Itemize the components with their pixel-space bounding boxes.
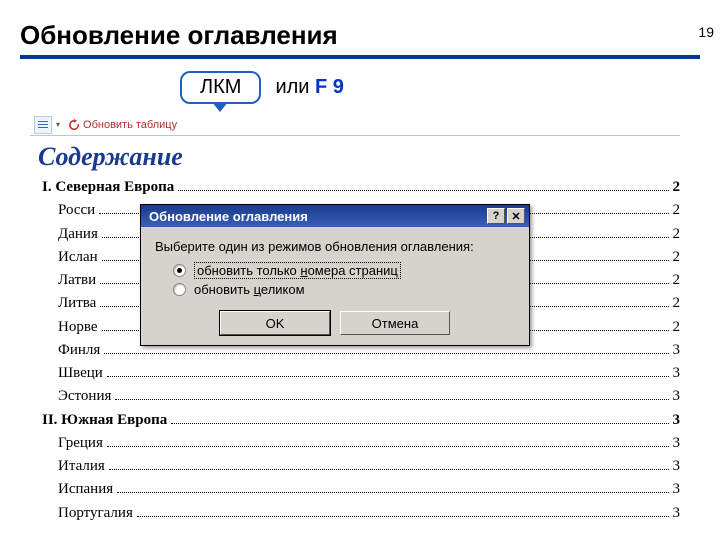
toc-title: Содержание: [38, 142, 680, 172]
slide-title: Обновление оглавления: [20, 20, 720, 51]
toc-entry-page: 2: [673, 199, 681, 222]
toc-entry-page: 2: [673, 246, 681, 269]
toc-entry-label: Латви: [58, 269, 96, 292]
toc-leader: [137, 516, 669, 517]
dropdown-arrow-icon[interactable]: ▾: [56, 120, 60, 129]
dialog-title-text: Обновление оглавления: [149, 209, 485, 224]
dialog-button-row: OK Отмена: [155, 311, 515, 335]
toc-entry-label: Литва: [58, 292, 96, 315]
toc-entry-label: Испания: [58, 478, 113, 501]
radio-entire[interactable]: [173, 283, 186, 296]
title-underline: [20, 55, 700, 59]
ok-button[interactable]: OK: [220, 311, 330, 335]
dialog-titlebar: Обновление оглавления ? ✕: [141, 205, 529, 227]
toc-entry-label: Португалия: [58, 502, 133, 525]
opt2-suffix: еликом: [261, 282, 305, 297]
opt1-access: н: [300, 263, 307, 278]
toc-leader: [117, 492, 668, 493]
radio-row-entire: обновить целиком: [173, 282, 515, 297]
toc-leader: [107, 376, 669, 377]
hint-text: или F 9: [275, 76, 343, 99]
toc-entry-label: Италия: [58, 455, 105, 478]
radio-page-numbers[interactable]: [173, 264, 186, 277]
toc-entry: Италия 3: [58, 455, 680, 478]
toc-entry: Греция 3: [58, 432, 680, 455]
toc-entry-page: 2: [673, 292, 681, 315]
toc-entry-label: Норве: [58, 316, 98, 339]
toc-leader: [115, 399, 668, 400]
radio-entire-label[interactable]: обновить целиком: [194, 282, 305, 297]
toc-entry-page: 3: [673, 432, 681, 455]
toc-entry-page: 3: [673, 362, 681, 385]
toc-leader: [171, 423, 668, 424]
dialog-body: Выберите один из режимов обновления огла…: [141, 227, 529, 345]
toc-entry-page: 3: [673, 478, 681, 501]
toc-entry: Швеци 3: [58, 362, 680, 385]
toc-entry-label: Ислан: [58, 246, 98, 269]
toc-entry: Португалия 3: [58, 502, 680, 525]
page-number: 19: [698, 24, 714, 40]
radio-page-numbers-label[interactable]: обновить только номера страниц: [194, 262, 401, 279]
toc-entry: I. Северная Европа 2: [42, 176, 680, 199]
toc-entry-page: 3: [673, 502, 681, 525]
toc-entry: Эстония 3: [58, 385, 680, 408]
cancel-button[interactable]: Отмена: [340, 311, 450, 335]
toc-entry-page: 3: [673, 339, 681, 362]
toc-entry-label: Дания: [58, 223, 98, 246]
hint-row: ЛКМ или F 9: [180, 71, 720, 104]
toc-entry-label: Швеци: [58, 362, 103, 385]
toc-entry-page: 3: [673, 455, 681, 478]
toc-entry-label: I. Северная Европа: [42, 176, 174, 199]
dialog-instruction: Выберите один из режимов обновления огла…: [155, 239, 515, 254]
toc-leader: [107, 446, 669, 447]
toc-options-button[interactable]: [34, 116, 52, 134]
update-toc-dialog: Обновление оглавления ? ✕ Выберите один …: [140, 204, 530, 346]
toc-entry-page: 3: [673, 409, 681, 432]
update-table-button[interactable]: Обновить таблицу: [64, 118, 181, 132]
opt2-prefix: обновить: [194, 282, 254, 297]
hint-or: или: [275, 76, 315, 98]
list-icon: [37, 119, 49, 131]
radio-row-page-numbers: обновить только номера страниц: [173, 262, 515, 279]
update-table-label: Обновить таблицу: [83, 119, 177, 131]
toc-entry-page: 2: [673, 223, 681, 246]
toc-entry: Испания 3: [58, 478, 680, 501]
opt2-access: ц: [254, 282, 261, 297]
toc-entry-page: 2: [673, 269, 681, 292]
toc-entry-label: Финля: [58, 339, 100, 362]
toc-entry-page: 3: [673, 385, 681, 408]
refresh-icon: [68, 119, 80, 131]
toc-entry-label: Греция: [58, 432, 103, 455]
help-button[interactable]: ?: [487, 208, 505, 224]
toc-entry-label: II. Южная Европа: [42, 409, 167, 432]
toc-entry-label: Эстония: [58, 385, 111, 408]
toc-entry-label: Росси: [58, 199, 95, 222]
toc-toolbar: ▾ Обновить таблицу: [30, 114, 680, 136]
toc-entry-page: 2: [673, 316, 681, 339]
close-button[interactable]: ✕: [507, 208, 525, 224]
toc-entry: II. Южная Европа 3: [42, 409, 680, 432]
toc-leader: [178, 190, 668, 191]
opt1-suffix: омера страниц: [308, 263, 398, 278]
toc-entry-page: 2: [673, 176, 681, 199]
opt1-prefix: обновить только: [197, 263, 300, 278]
toc-leader: [109, 469, 669, 470]
toc-leader: [104, 353, 668, 354]
hint-key: F 9: [315, 76, 344, 98]
lkm-callout: ЛКМ: [180, 71, 261, 104]
